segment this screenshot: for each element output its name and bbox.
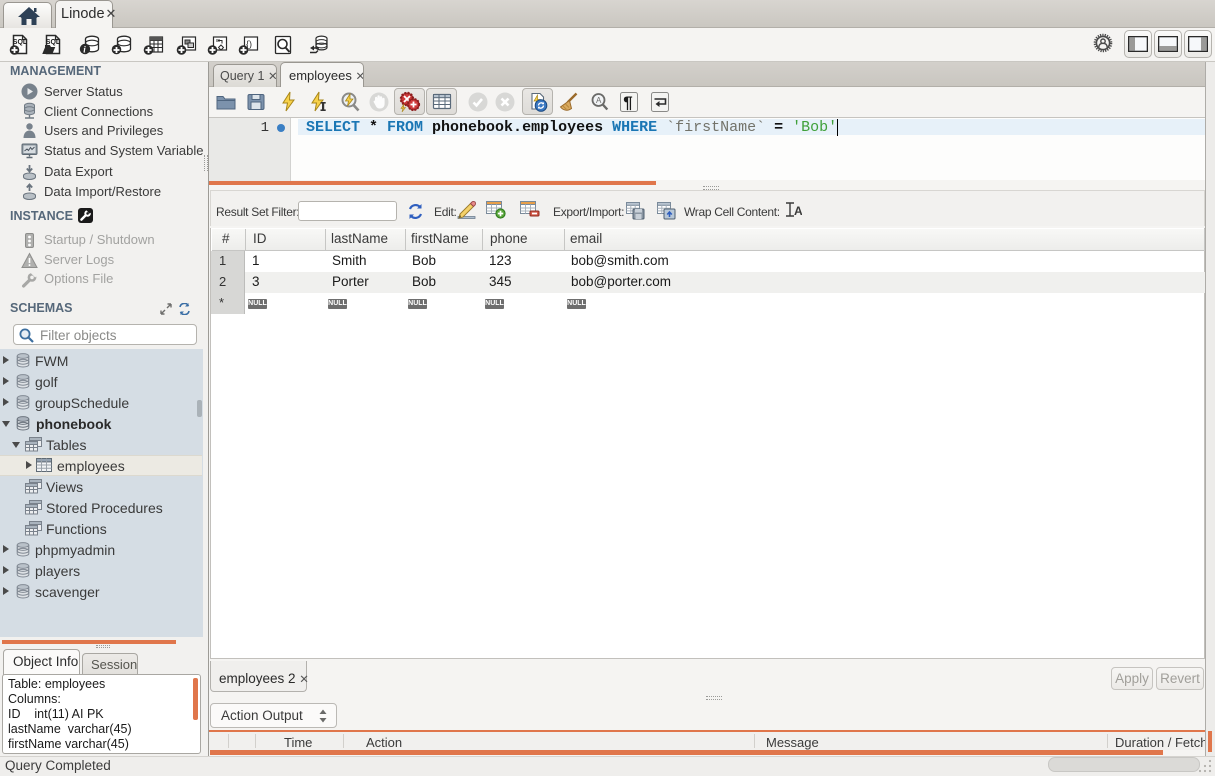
- svg-text:SQL: SQL: [13, 39, 28, 46]
- svg-text:A: A: [596, 96, 602, 105]
- svg-text:¶: ¶: [623, 93, 632, 112]
- svg-text:SQL: SQL: [46, 39, 61, 46]
- svg-text:A: A: [794, 204, 802, 217]
